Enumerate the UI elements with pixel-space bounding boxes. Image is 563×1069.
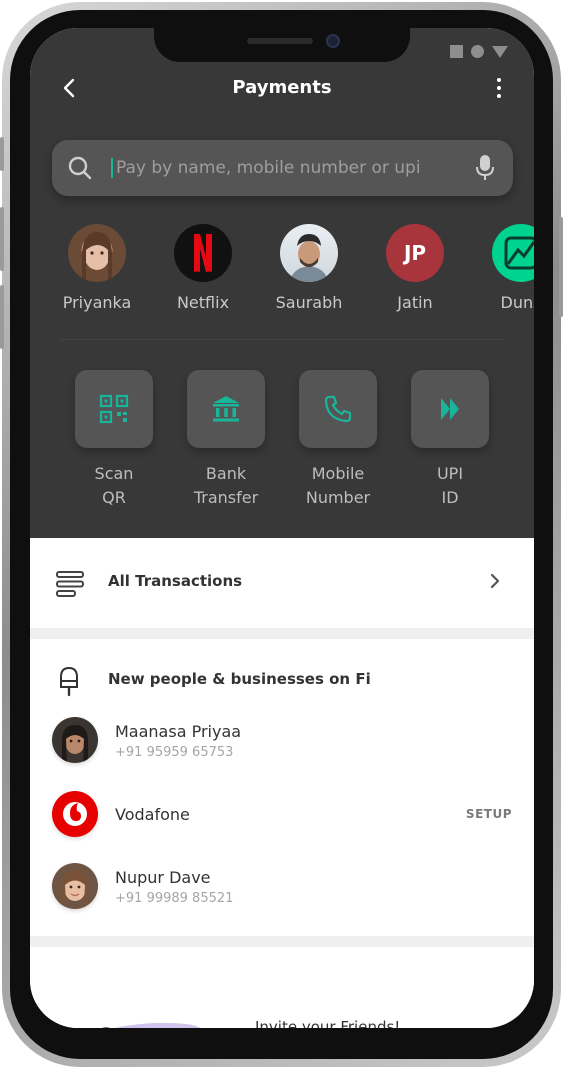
contact-jatin[interactable]: JP Jatin — [370, 224, 460, 312]
notch — [154, 28, 410, 62]
action-label: Bank Transfer — [193, 464, 259, 507]
bank-transfer-button[interactable]: Bank Transfer — [170, 370, 282, 510]
front-camera — [326, 34, 340, 48]
dot — [497, 78, 501, 82]
action-tile — [411, 370, 489, 448]
contact-priyanka[interactable]: Priyanka — [52, 224, 142, 312]
all-transactions-row[interactable]: All Transactions — [30, 538, 534, 628]
action-label: UPI ID — [436, 464, 464, 507]
side-button — [559, 217, 563, 317]
app-screen: Payments Priyanka Netflix — [30, 28, 534, 1028]
avatar — [52, 863, 98, 909]
payments-header-panel: Payments Priyanka Netflix — [30, 28, 534, 538]
contact-saurabh[interactable]: Saurabh — [264, 224, 354, 312]
all-transactions-label: All Transactions — [108, 572, 243, 590]
action-label: Mobile Number — [305, 464, 371, 507]
contact-name: Priyanka — [62, 293, 132, 312]
avatar — [280, 224, 338, 282]
invite-text: Invite your Friends! — [255, 1018, 401, 1028]
upi-icon — [441, 398, 459, 420]
circle-status-icon — [471, 45, 484, 58]
person-phone: +91 99989 85521 — [115, 891, 234, 906]
phone-icon — [324, 395, 352, 423]
divider — [60, 339, 504, 340]
dunzo-logo — [492, 224, 534, 282]
netflix-logo — [174, 224, 232, 282]
action-tile — [75, 370, 153, 448]
microphone-icon[interactable] — [475, 154, 495, 182]
action-label: Scan QR — [94, 464, 134, 507]
popsicle-icon — [60, 666, 78, 697]
qr-code-icon — [99, 394, 129, 424]
list-item[interactable]: Maanasa Priyaa +91 95959 65753 — [30, 717, 534, 777]
more-options-button[interactable] — [492, 76, 506, 100]
invite-banner[interactable]: Invite your Friends! — [30, 958, 534, 1028]
avatar — [68, 224, 126, 282]
setup-button[interactable]: SETUP — [466, 807, 512, 821]
search-bar[interactable] — [52, 140, 513, 196]
upi-id-button[interactable]: UPI ID — [394, 370, 506, 510]
search-input[interactable] — [116, 154, 456, 182]
person-name: Nupur Dave — [115, 868, 211, 887]
dot — [497, 86, 501, 90]
section-separator — [30, 628, 534, 639]
action-tile — [299, 370, 377, 448]
side-button — [0, 285, 4, 349]
contact-netflix[interactable]: Netflix — [158, 224, 248, 312]
chevron-right-icon — [490, 573, 500, 589]
content-panel: All Transactions New people & businesses… — [30, 538, 534, 1028]
contact-name: Jatin — [397, 293, 433, 312]
action-tile — [187, 370, 265, 448]
bank-icon — [213, 396, 239, 422]
search-icon — [68, 156, 92, 180]
contact-name: Saurabh — [275, 293, 343, 312]
recent-contacts: Priyanka Netflix Saurabh JP Jatin Dun — [30, 224, 534, 324]
avatar-initials: JP — [386, 224, 444, 282]
scan-qr-button[interactable]: Scan QR — [58, 370, 170, 510]
contact-name: Dunz — [500, 293, 535, 312]
contact-name: Netflix — [176, 293, 230, 312]
list-icon — [56, 571, 84, 597]
square-status-icon — [450, 45, 463, 58]
list-item[interactable]: Nupur Dave +91 99989 85521 — [30, 863, 534, 923]
status-bar — [450, 45, 508, 58]
contact-dunz[interactable]: Dunz — [476, 224, 534, 312]
avatar — [52, 717, 98, 763]
section-title: New people & businesses on Fi — [108, 670, 371, 688]
speaker-grill — [247, 38, 313, 44]
section-separator — [30, 936, 534, 947]
mobile-number-button[interactable]: Mobile Number — [282, 370, 394, 510]
list-item[interactable]: Vodafone SETUP — [30, 791, 534, 851]
text-cursor — [111, 158, 113, 178]
dot — [497, 94, 501, 98]
vodafone-logo — [52, 791, 98, 837]
invite-illustration — [102, 1022, 201, 1028]
person-name: Maanasa Priyaa — [115, 722, 242, 741]
side-button — [0, 207, 4, 271]
triangle-status-icon — [492, 45, 508, 58]
person-phone: +91 95959 65753 — [115, 745, 234, 760]
side-button — [0, 137, 4, 171]
person-name: Vodafone — [115, 805, 190, 824]
page-title: Payments — [232, 77, 332, 98]
